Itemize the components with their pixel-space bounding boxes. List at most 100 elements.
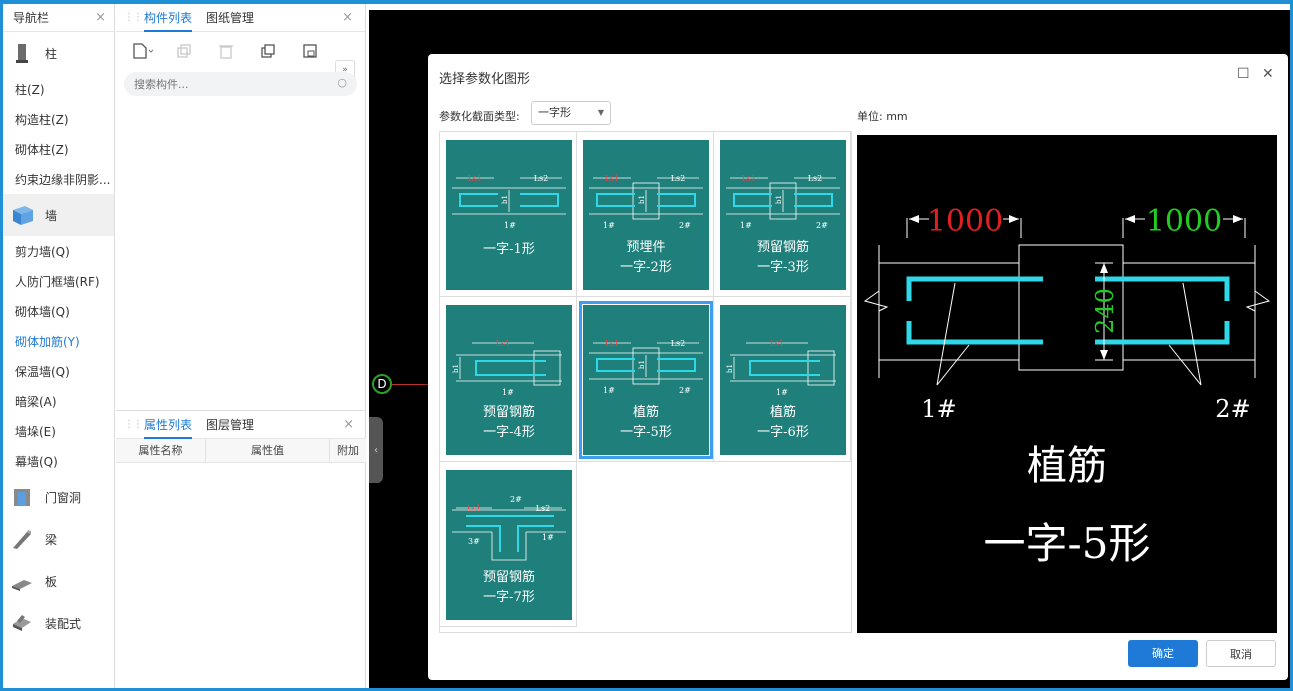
tab-drawing-management[interactable]: 图纸管理 [206,4,254,32]
tab-component-list[interactable]: 构件列表 [144,4,193,32]
nav-item[interactable]: 暗梁(A) [3,386,114,416]
nav-item[interactable]: 人防门框墙(RF) [3,266,114,296]
shape-label: 一字-1形 [483,242,535,257]
svg-text:Ls1: Ls1 [496,339,511,348]
svg-text:Ls2: Ls2 [808,174,823,183]
svg-text:Ls1: Ls1 [468,174,483,183]
preview-name-line1: 植筋 [1027,443,1107,489]
component-panel-close-icon[interactable]: × [342,10,353,25]
svg-text:2#: 2# [679,386,691,395]
shape-thumbnail[interactable]: Ls1 Ls2 b1 1# 2# 预埋件 一字-2形 [583,140,709,290]
door-window-icon [11,486,33,508]
shape-cell[interactable]: Ls1 Ls2 b1 1# 2# 预留钢筋 一字-3形 [714,132,851,297]
copy-icon[interactable] [172,40,196,62]
svg-text:Ls2: Ls2 [534,174,549,183]
cancel-button[interactable]: 取消 [1206,640,1276,667]
section-type-value: 一字形 [538,106,571,119]
search-icon[interactable]: ○ [337,76,347,89]
svg-text:1#: 1# [502,388,514,397]
shape-label: 预留钢筋 [756,240,809,255]
shape-thumbnail[interactable]: Ls1 b1 1# 预留钢筋 一字-4形 [446,305,572,455]
nav-category-door[interactable]: 门窗洞 [3,476,114,518]
save-template-icon[interactable] [298,40,322,62]
collapse-panel-button[interactable]: ‹ [369,417,383,483]
nav-header: 导航栏 × [3,4,114,32]
shape-cell[interactable]: Ls1 Ls2 b1 1# 2# 植筋 一字-5形 [577,297,714,462]
nav-item[interactable]: 剪力墙(Q) [3,236,114,266]
shape-cell[interactable]: Ls1 Ls2 b1 1# 2# 预埋件 一字-2形 [577,132,714,297]
duplicate-icon[interactable] [256,40,280,62]
nav-item[interactable]: 砌体墙(Q) [3,296,114,326]
shape-label: 一字-2形 [620,260,672,275]
property-table-header: 属性名称 属性值 附加 [116,438,366,463]
nav-item[interactable]: 柱(Z) [3,74,114,104]
parametric-shape-dialog: 选择参数化图形 ☐ ✕ 参数化截面类型: 一字形 ▼ 单位: mm Ls1 Ls2… [428,54,1288,680]
svg-text:Ls1: Ls1 [605,174,620,183]
svg-text:b1: b1 [501,195,509,204]
app-window: 导航栏 × 柱 柱(Z) 构造柱(Z) 砌体柱(Z) 约束边缘非阴影... 墙 剪力墙… [3,4,1290,688]
nav-category-wall[interactable]: 墙 [3,194,114,236]
shape-thumbnail[interactable]: Ls1 Ls2 b1 1# 一字-1形 [446,140,572,290]
nav-item[interactable]: 幕墙(Q) [3,446,114,476]
nav-item[interactable]: 约束边缘非阴影... [3,164,114,194]
drag-handle-icon[interactable]: ⋮⋮ [124,12,143,23]
column-header-value: 属性值 [206,438,330,463]
nav-item[interactable]: 保温墙(Q) [3,356,114,386]
shape-label: 一字-5形 [620,425,672,440]
shape-thumbnail[interactable]: Ls1 Ls2 b1 1# 2# 植筋 一字-5形 [579,301,713,459]
axis-marker: D [372,374,392,394]
nav-category-prefab[interactable]: 装配式 [3,602,114,644]
nav-category-slab[interactable]: 板 [3,560,114,602]
property-panel-close-icon[interactable]: × [343,417,354,432]
column-header-extra: 附加 [337,443,359,457]
nav-category-label: 装配式 [45,616,82,631]
shape-label: 植筋 [769,405,796,420]
prefab-icon [11,612,33,634]
shape-label: 一字-6形 [757,425,809,440]
shape-thumbnail[interactable]: Ls1 Ls2 2# 3# 1# 预留钢筋 一字-7形 [446,470,572,620]
drag-handle-icon[interactable]: ⋮⋮ [124,419,143,430]
nav-category-beam[interactable]: 梁 [3,518,114,560]
svg-text:Ls1: Ls1 [770,339,785,348]
shape-thumbnail[interactable]: Ls1 Ls2 b1 1# 2# 预留钢筋 一字-3形 [720,140,846,290]
shape-label: 一字-7形 [483,590,535,605]
component-search[interactable]: ○ [124,72,357,96]
chevron-down-icon: ▼ [597,108,604,117]
nav-category-label: 柱 [45,46,58,61]
delete-icon[interactable] [214,40,238,62]
close-icon[interactable]: ✕ [1262,66,1274,82]
svg-text:Ls2: Ls2 [536,504,551,513]
svg-text:1#: 1# [542,533,554,542]
search-input[interactable] [134,77,334,91]
nav-item[interactable]: 墙垛(E) [3,416,114,446]
shape-thumbnail[interactable]: Ls1 b1 1# 植筋 一字-6形 [720,305,846,455]
maximize-icon[interactable]: ☐ [1237,66,1250,82]
nav-close-icon[interactable]: × [95,10,106,25]
unit-label: 单位: mm [857,110,908,123]
svg-text:b1: b1 [452,364,460,373]
tab-layer-management[interactable]: 图层管理 [206,411,254,439]
property-tabs: ⋮⋮ 属性列表 图层管理 × [116,411,366,439]
svg-text:2#: 2# [679,221,691,230]
nav-item[interactable]: 构造柱(Z) [3,104,114,134]
svg-text:Ls1: Ls1 [605,339,620,348]
new-component-icon[interactable] [130,40,154,62]
nav-item[interactable]: 砌体加筋(Y) [3,326,114,356]
shape-label: 预留钢筋 [482,570,535,585]
shape-cell[interactable]: Ls1 b1 1# 预留钢筋 一字-4形 [440,297,577,462]
ok-button[interactable]: 确定 [1128,640,1198,667]
shape-label: 预埋件 [626,240,666,255]
shape-label: 植筋 [632,405,659,420]
shape-cell[interactable]: Ls1 b1 1# 植筋 一字-6形 [714,297,851,462]
svg-text:1#: 1# [504,221,516,230]
shape-label: 一字-3形 [757,260,809,275]
shape-cell[interactable]: Ls1 Ls2 2# 3# 1# 预留钢筋 一字-7形 [440,462,577,627]
dim-right: 1000 [1146,204,1222,239]
section-type-select[interactable]: 一字形 ▼ [531,101,611,125]
section-type-label: 参数化截面类型: [439,110,520,123]
column-header-name: 属性名称 [116,438,206,463]
shape-cell[interactable]: Ls1 Ls2 b1 1# 一字-1形 [440,132,577,297]
tab-property-list[interactable]: 属性列表 [144,411,193,439]
nav-item[interactable]: 砌体柱(Z) [3,134,114,164]
nav-category-column[interactable]: 柱 [3,32,114,74]
